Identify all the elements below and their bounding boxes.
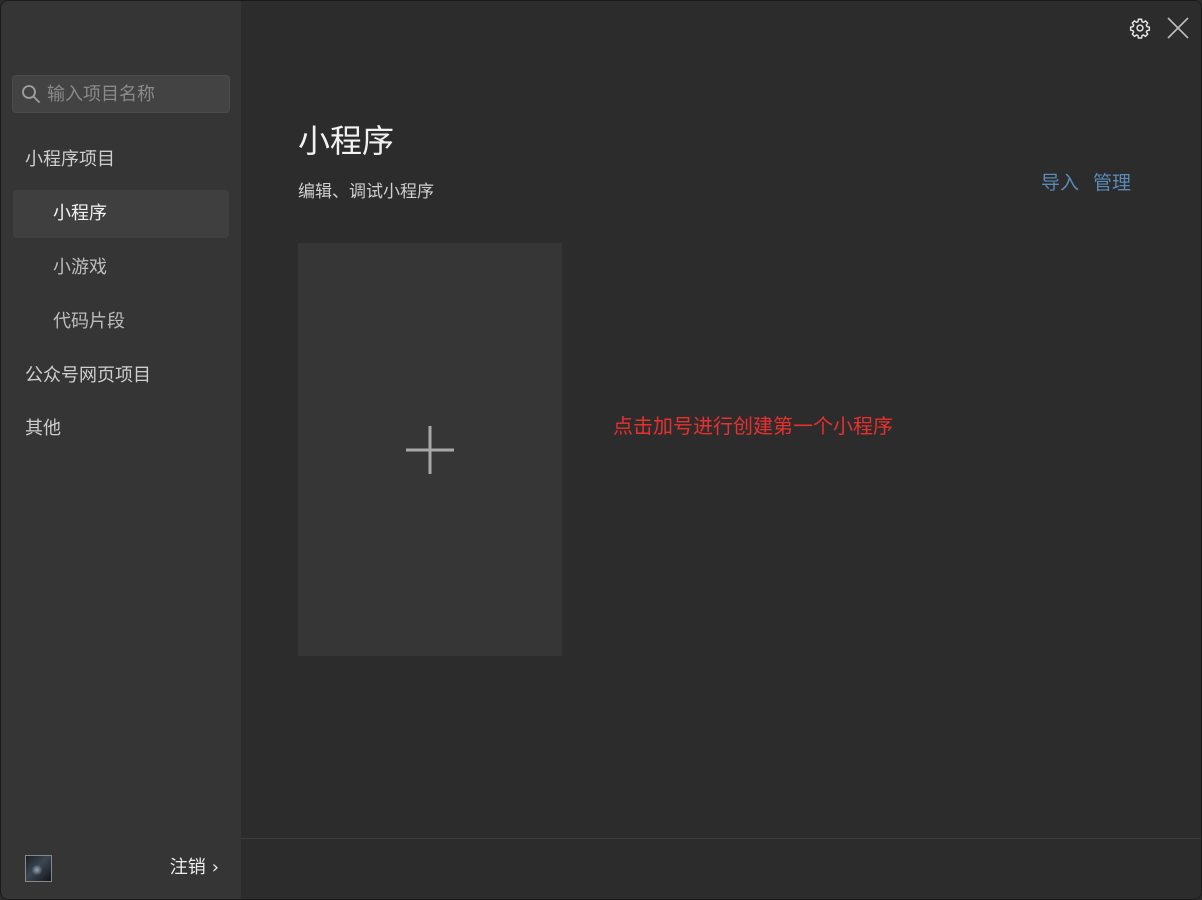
gear-icon xyxy=(1129,18,1151,39)
footer-divider xyxy=(241,838,1201,839)
close-icon xyxy=(1167,17,1189,39)
settings-button[interactable] xyxy=(1129,17,1151,39)
manage-link[interactable]: 管理 xyxy=(1093,169,1131,197)
window-controls xyxy=(1129,15,1191,41)
chevron-right-icon: › xyxy=(211,857,219,878)
page-title: 小程序 xyxy=(298,122,395,160)
sidebar-group-mini-program[interactable]: 小程序项目 xyxy=(25,148,115,172)
close-button[interactable] xyxy=(1165,15,1191,41)
page-subtitle: 编辑、调试小程序 xyxy=(298,182,434,202)
logout-button[interactable]: 注销 › xyxy=(170,855,219,881)
logout-label: 注销 xyxy=(169,857,206,878)
sidebar: 小程序项目 小程序 小游戏 代码片段 公众号网页项目 其他 注销 › xyxy=(1,1,274,899)
main-panel: 小程序 编辑、调试小程序 导入 管理 点击加号进行创建第一个小程序 xyxy=(241,1,1201,899)
sidebar-footer: 注销 › xyxy=(1,843,241,899)
avatar[interactable] xyxy=(25,855,52,882)
sidebar-group-web-project[interactable]: 公众号网页项目 xyxy=(25,364,151,388)
import-link[interactable]: 导入 xyxy=(1041,169,1079,197)
sidebar-item-mini-program[interactable]: 小程序 xyxy=(13,190,229,238)
create-project-card[interactable] xyxy=(298,243,562,656)
header-actions: 导入 管理 xyxy=(1041,169,1131,197)
project-manager-window: 小程序项目 小程序 小游戏 代码片段 公众号网页项目 其他 注销 › xyxy=(0,0,1202,900)
sidebar-item-code-snippet[interactable]: 代码片段 xyxy=(13,298,229,346)
plus-icon xyxy=(406,425,454,474)
sidebar-item-mini-game[interactable]: 小游戏 xyxy=(13,244,229,292)
search-icon xyxy=(22,85,40,103)
search-box[interactable] xyxy=(12,75,274,113)
create-hint-text: 点击加号进行创建第一个小程序 xyxy=(613,414,893,438)
sidebar-group-other[interactable]: 其他 xyxy=(25,417,61,441)
search-input[interactable] xyxy=(41,76,274,112)
